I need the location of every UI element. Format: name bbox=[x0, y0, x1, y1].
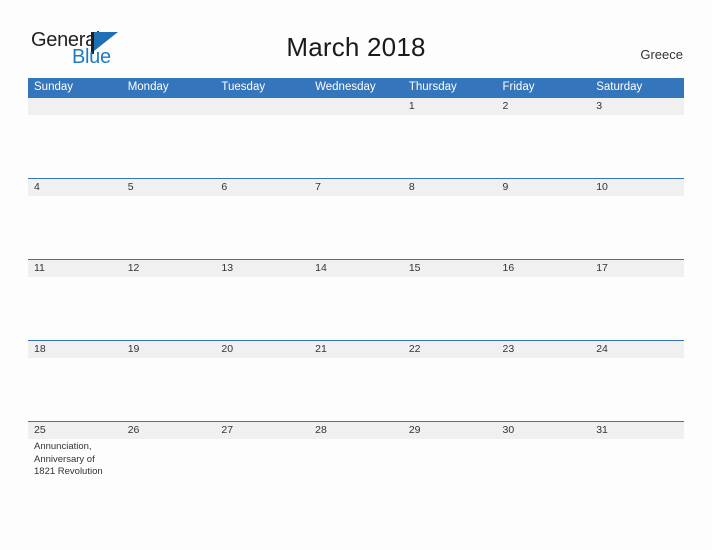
day-number[interactable]: 25 bbox=[28, 422, 122, 439]
day-number[interactable] bbox=[309, 98, 403, 115]
day-cell[interactable] bbox=[497, 277, 591, 340]
day-number[interactable]: 24 bbox=[590, 341, 684, 358]
day-number[interactable] bbox=[122, 98, 216, 115]
week-body-band: Annunciation, Anniversary of 1821 Revolu… bbox=[28, 439, 684, 502]
day-number[interactable]: 29 bbox=[403, 422, 497, 439]
day-cell[interactable] bbox=[122, 439, 216, 502]
week-date-band: 18 19 20 21 22 23 24 bbox=[28, 341, 684, 358]
weekday-header-tuesday: Tuesday bbox=[221, 81, 266, 93]
day-cell[interactable] bbox=[122, 196, 216, 259]
week-date-band: 25 26 27 28 29 30 31 bbox=[28, 422, 684, 439]
calendar-week-row: 11 12 13 14 15 16 17 bbox=[28, 259, 684, 340]
day-cell[interactable] bbox=[590, 196, 684, 259]
day-number[interactable]: 19 bbox=[122, 341, 216, 358]
day-cell[interactable] bbox=[403, 196, 497, 259]
day-cell[interactable] bbox=[403, 439, 497, 502]
week-date-band: 11 12 13 14 15 16 17 bbox=[28, 260, 684, 277]
calendar-week-row: 1 2 3 bbox=[28, 97, 684, 178]
day-cell[interactable] bbox=[28, 115, 122, 178]
day-number[interactable]: 26 bbox=[122, 422, 216, 439]
day-number[interactable]: 27 bbox=[215, 422, 309, 439]
day-cell[interactable] bbox=[215, 196, 309, 259]
day-number[interactable] bbox=[28, 98, 122, 115]
day-number[interactable]: 2 bbox=[497, 98, 591, 115]
weekday-header-row: Sunday Monday Tuesday Wednesday Thursday… bbox=[28, 78, 684, 97]
day-cell[interactable] bbox=[497, 358, 591, 421]
day-cell[interactable] bbox=[309, 115, 403, 178]
day-cell[interactable] bbox=[497, 115, 591, 178]
day-number[interactable]: 16 bbox=[497, 260, 591, 277]
weekday-header-friday: Friday bbox=[502, 81, 535, 93]
day-number[interactable]: 10 bbox=[590, 179, 684, 196]
day-cell[interactable] bbox=[215, 115, 309, 178]
day-cell[interactable] bbox=[590, 358, 684, 421]
page-title: March 2018 bbox=[286, 32, 426, 62]
day-number[interactable]: 21 bbox=[309, 341, 403, 358]
calendar-page: General Blue March 2018 Greece Sunday Mo… bbox=[0, 0, 712, 550]
day-number[interactable]: 14 bbox=[309, 260, 403, 277]
page-header: General Blue March 2018 Greece bbox=[0, 0, 712, 76]
day-cell[interactable] bbox=[309, 277, 403, 340]
day-cell[interactable] bbox=[215, 358, 309, 421]
day-number[interactable]: 1 bbox=[403, 98, 497, 115]
day-cell[interactable] bbox=[28, 358, 122, 421]
day-number[interactable]: 9 bbox=[497, 179, 591, 196]
day-cell[interactable] bbox=[590, 439, 684, 502]
day-number[interactable]: 30 bbox=[497, 422, 591, 439]
day-number[interactable]: 7 bbox=[309, 179, 403, 196]
day-number[interactable]: 11 bbox=[28, 260, 122, 277]
week-date-band: 4 5 6 7 8 9 10 bbox=[28, 179, 684, 196]
day-cell[interactable] bbox=[122, 115, 216, 178]
calendar-week-row: 4 5 6 7 8 9 10 bbox=[28, 178, 684, 259]
week-body-band bbox=[28, 115, 684, 178]
day-cell[interactable] bbox=[215, 277, 309, 340]
day-cell[interactable] bbox=[309, 196, 403, 259]
day-number[interactable]: 18 bbox=[28, 341, 122, 358]
day-number[interactable]: 22 bbox=[403, 341, 497, 358]
weekday-header-wednesday: Wednesday bbox=[315, 81, 376, 93]
week-body-band bbox=[28, 196, 684, 259]
day-cell[interactable] bbox=[590, 277, 684, 340]
day-number[interactable]: 31 bbox=[590, 422, 684, 439]
day-number[interactable]: 3 bbox=[590, 98, 684, 115]
country-label: Greece bbox=[640, 47, 683, 62]
day-cell[interactable] bbox=[122, 277, 216, 340]
day-cell[interactable] bbox=[403, 115, 497, 178]
weekday-header-monday: Monday bbox=[127, 81, 169, 93]
day-number[interactable]: 13 bbox=[215, 260, 309, 277]
day-cell[interactable]: Annunciation, Anniversary of 1821 Revolu… bbox=[28, 439, 122, 502]
day-cell[interactable] bbox=[215, 439, 309, 502]
weekday-header-sunday: Sunday bbox=[34, 81, 74, 93]
calendar-week-row: 25 26 27 28 29 30 31 Annunciation, Anniv… bbox=[28, 421, 684, 502]
week-date-band: 1 2 3 bbox=[28, 98, 684, 115]
day-number[interactable]: 23 bbox=[497, 341, 591, 358]
day-cell[interactable] bbox=[309, 439, 403, 502]
calendar-week-row: 18 19 20 21 22 23 24 bbox=[28, 340, 684, 421]
day-number[interactable]: 12 bbox=[122, 260, 216, 277]
day-number[interactable]: 6 bbox=[215, 179, 309, 196]
day-cell[interactable] bbox=[122, 358, 216, 421]
calendar-grid: Sunday Monday Tuesday Wednesday Thursday… bbox=[28, 78, 684, 502]
day-cell[interactable] bbox=[497, 196, 591, 259]
weekday-header-thursday: Thursday bbox=[408, 81, 457, 93]
day-number[interactable]: 28 bbox=[309, 422, 403, 439]
weekday-header-saturday: Saturday bbox=[596, 81, 643, 93]
day-number[interactable]: 17 bbox=[590, 260, 684, 277]
day-cell[interactable] bbox=[590, 115, 684, 178]
day-number[interactable]: 5 bbox=[122, 179, 216, 196]
day-cell[interactable] bbox=[497, 439, 591, 502]
day-cell[interactable] bbox=[28, 277, 122, 340]
day-cell[interactable] bbox=[403, 277, 497, 340]
day-cell[interactable] bbox=[403, 358, 497, 421]
week-body-band bbox=[28, 358, 684, 421]
day-number[interactable]: 20 bbox=[215, 341, 309, 358]
day-cell[interactable] bbox=[309, 358, 403, 421]
day-event-text: Annunciation, Anniversary of 1821 Revolu… bbox=[34, 441, 103, 477]
day-cell[interactable] bbox=[28, 196, 122, 259]
day-number[interactable]: 4 bbox=[28, 179, 122, 196]
day-number[interactable]: 15 bbox=[403, 260, 497, 277]
day-number[interactable] bbox=[215, 98, 309, 115]
week-body-band bbox=[28, 277, 684, 340]
day-number[interactable]: 8 bbox=[403, 179, 497, 196]
